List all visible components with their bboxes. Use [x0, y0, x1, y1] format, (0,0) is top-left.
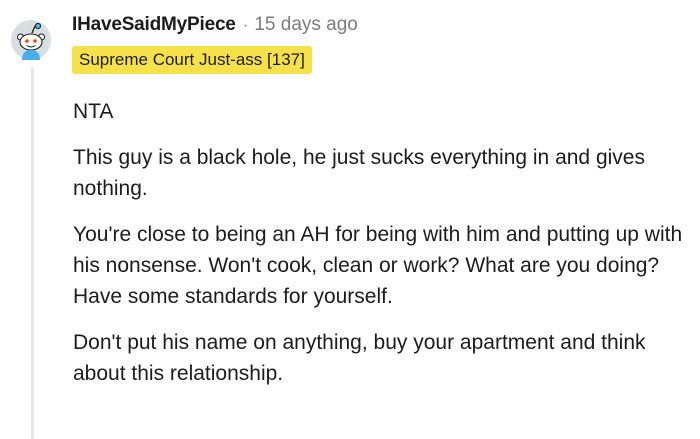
comment-header: IHaveSaidMyPiece · 15 days ago	[72, 10, 358, 40]
username[interactable]: IHaveSaidMyPiece	[72, 14, 236, 36]
comment-paragraph: You're close to being an AH for being wi…	[73, 223, 683, 308]
meta-separator: ·	[242, 15, 249, 34]
comment-paragraph: Don't put his name on anything, buy your…	[73, 331, 646, 385]
comment-body: NTA This guy is a black hole, he just su…	[73, 96, 693, 404]
user-flair-badge: Supreme Court Just-ass [137]	[72, 46, 312, 74]
comment: IHaveSaidMyPiece · 15 days ago Supreme C…	[0, 0, 700, 439]
comment-paragraph: This guy is a black hole, he just sucks …	[73, 146, 645, 200]
thread-collapse-line[interactable]	[31, 68, 34, 439]
comment-paragraph: NTA	[73, 100, 114, 123]
user-avatar-icon[interactable]	[11, 20, 51, 60]
timestamp[interactable]: 15 days ago	[254, 14, 358, 36]
